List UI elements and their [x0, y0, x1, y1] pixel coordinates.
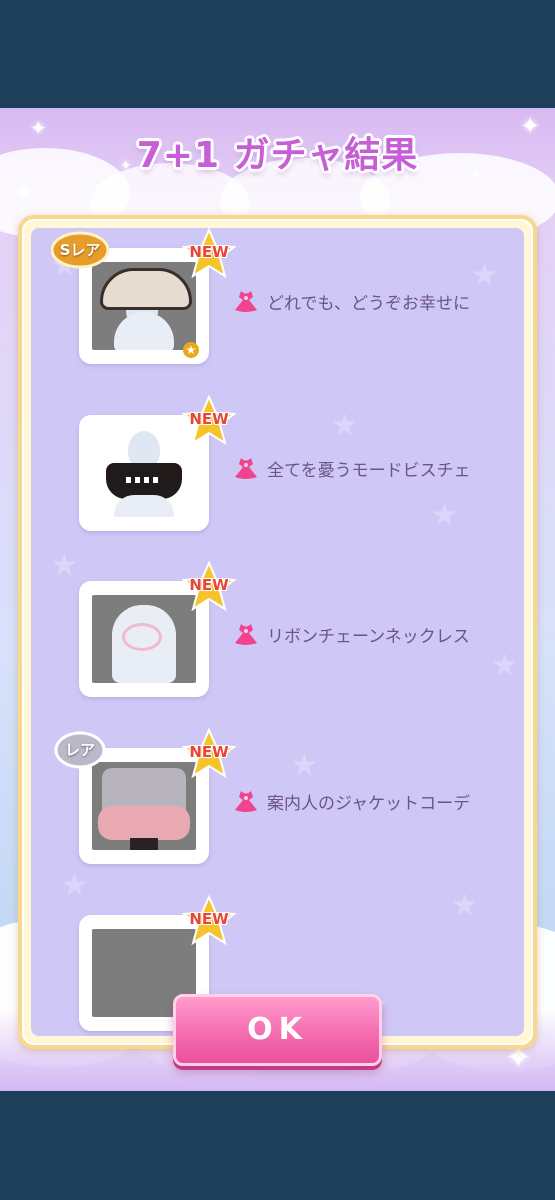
- rarity-badge: Sレア: [50, 230, 110, 270]
- new-label: NEW: [189, 410, 229, 428]
- new-badge: NEW: [181, 728, 237, 780]
- rarity-label: レア: [64, 741, 95, 759]
- dress-icon: [235, 791, 257, 812]
- boots-icon: [130, 838, 158, 850]
- result-item[interactable]: レア NEW 案内人のジャケットコーデ: [31, 728, 524, 878]
- item-name-row: リボンチェーンネックレス: [231, 619, 470, 649]
- item-name-row: 案内人のジャケットコーデ: [231, 786, 470, 816]
- ribbon-icon: [122, 623, 162, 651]
- item-name-row: どれでも、どうぞお幸せに: [231, 286, 470, 316]
- dress-icon: [235, 291, 257, 312]
- dress-icon: [235, 458, 257, 479]
- new-label: NEW: [189, 243, 229, 261]
- favorite-star-icon: ★: [183, 342, 199, 358]
- item-name: 案内人のジャケットコーデ: [267, 793, 471, 814]
- result-item[interactable]: NEW リボンチェーンネックレス: [31, 561, 524, 711]
- skirt-icon: [98, 806, 190, 840]
- item-name: どれでも、どうぞお幸せに: [267, 293, 470, 314]
- rarity-label: Sレア: [59, 241, 101, 259]
- dress-icon: [235, 624, 257, 645]
- page-title: 7+1 ガチャ結果: [136, 135, 419, 176]
- item-name: 全てを憂うモードビスチェ: [267, 460, 471, 481]
- new-badge: NEW: [181, 228, 237, 280]
- new-badge: NEW: [181, 395, 237, 447]
- pearl-icon: [126, 477, 162, 483]
- new-badge: NEW: [181, 561, 237, 613]
- result-item[interactable]: NEW 全てを憂うモードビスチェ: [31, 395, 524, 545]
- item-name: リボンチェーンネックレス: [267, 626, 470, 647]
- new-badge: NEW: [181, 895, 237, 947]
- gacha-result-screen: ✦ ✦ ✦ ✦ ✦ 7+1 ガチャ結果 ✦ ✦ ✦ ✦ ★ ★ ★ ★ ★ ★ …: [0, 108, 555, 1091]
- new-label: NEW: [189, 576, 229, 594]
- mannequin-body-icon: [114, 312, 174, 350]
- item-name-row: 全てを憂うモードビスチェ: [231, 453, 471, 483]
- headdress-icon: [100, 268, 192, 310]
- mannequin-body-icon: [114, 495, 174, 517]
- ok-button[interactable]: OK: [173, 994, 382, 1066]
- new-label: NEW: [189, 743, 229, 761]
- new-label: NEW: [189, 910, 229, 928]
- results-list[interactable]: ★ ★ ★ ★ ★ ★ ★ ★ ★ ★ ★: [31, 228, 524, 1036]
- results-panel: ★ ★ ★ ★ ★ ★ ★ ★ ★ ★ ★: [18, 215, 537, 1049]
- result-item[interactable]: ★ Sレア NEW どれでも、どうぞお幸せに: [31, 228, 524, 378]
- rarity-badge: レア: [51, 730, 109, 770]
- title-area: 7+1 ガチャ結果: [0, 108, 555, 218]
